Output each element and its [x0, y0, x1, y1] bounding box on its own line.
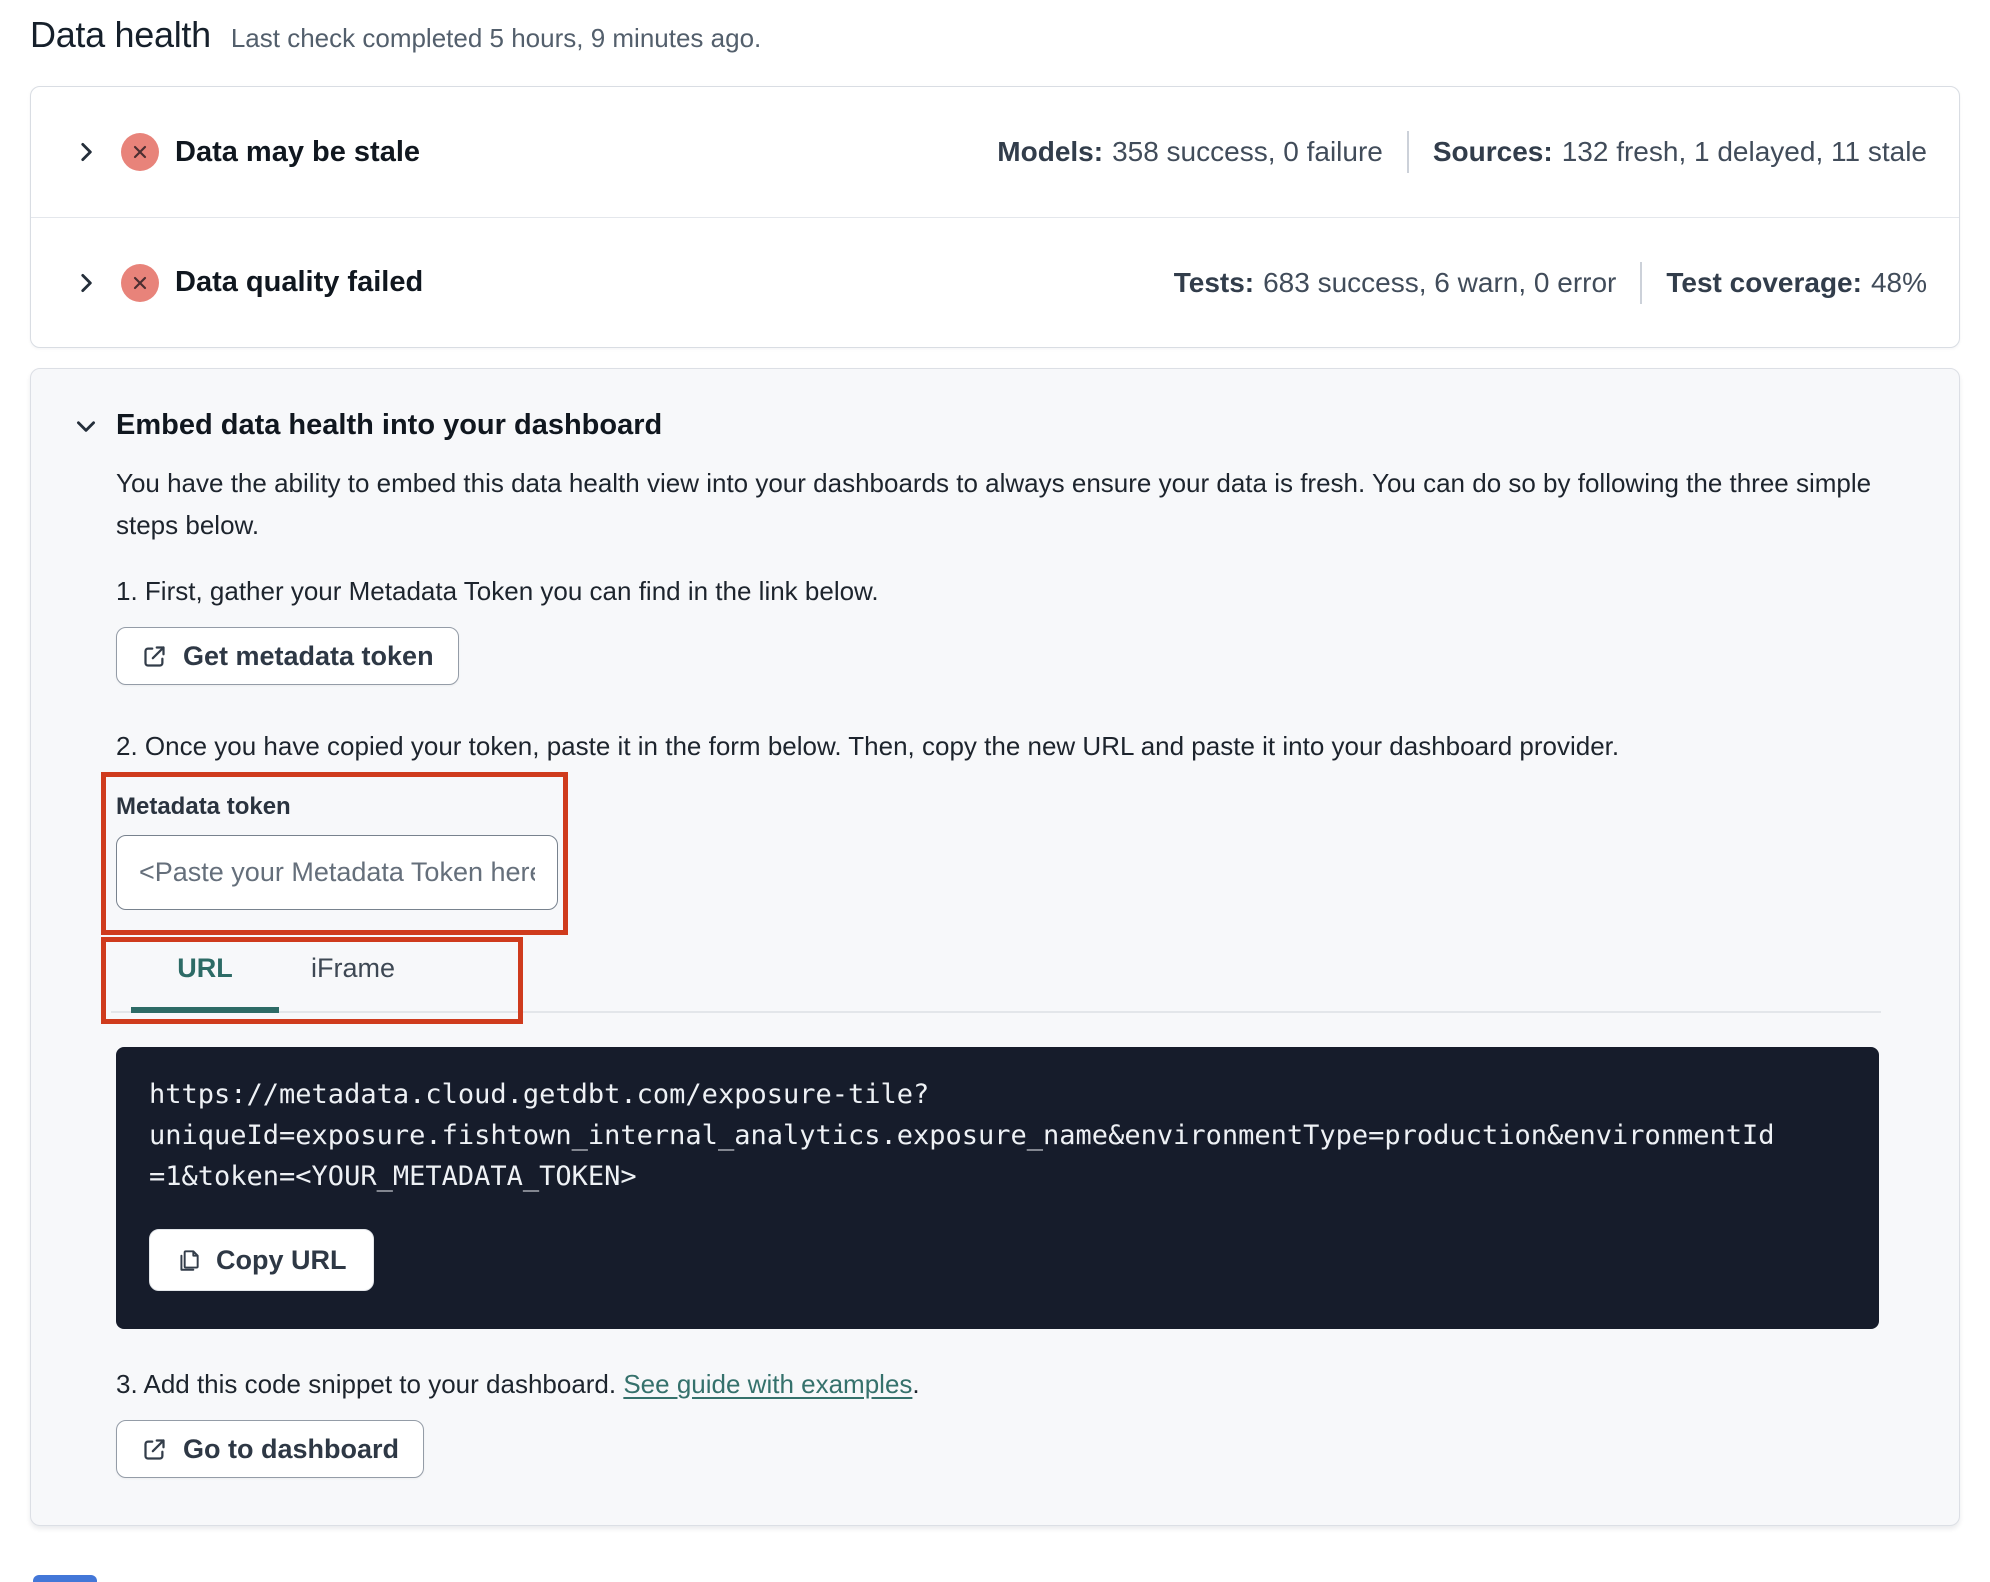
error-badge-icon — [121, 133, 159, 171]
step3-prefix: 3. Add this code snippet to your dashboa… — [116, 1369, 624, 1399]
stat-name: Models: — [997, 136, 1104, 167]
embed-url-line: uniqueId=exposure.fishtown_internal_anal… — [149, 1120, 1775, 1151]
go-to-dashboard-button[interactable]: Go to dashboard — [116, 1420, 424, 1478]
stat-value: 48% — [1870, 266, 1927, 298]
sources-stat: Sources: 132 fresh, 1 delayed, 11 stale — [1433, 136, 1927, 168]
embed-card: Embed data health into your dashboard Yo… — [30, 368, 1960, 1526]
stat-divider — [1406, 131, 1409, 173]
copy-icon — [180, 1250, 199, 1271]
last-check-status: Last check completed 5 hours, 9 minutes … — [230, 23, 762, 53]
partial-element-edge — [33, 1575, 97, 1582]
metadata-token-input[interactable] — [116, 835, 558, 910]
button-label: Get metadata token — [183, 640, 434, 671]
embed-section-body: You have the ability to embed this data … — [101, 462, 1909, 1478]
embed-url-line: https://metadata.cloud.getdbt.com/exposu… — [149, 1079, 930, 1110]
output-format-tabs-section: URL iFrame — [101, 935, 1909, 1032]
tests-stat: Tests: 683 success, 6 warn, 0 error — [1174, 267, 1617, 299]
embed-url-line: =1&token=<YOUR_METADATA_TOKEN> — [149, 1161, 637, 1192]
step1-text: 1. First, gather your Metadata Token you… — [116, 576, 879, 606]
chevron-right-icon[interactable] — [73, 139, 99, 165]
button-label: Copy URL — [216, 1244, 347, 1275]
button-label: Go to dashboard — [183, 1433, 399, 1464]
status-card: Data may be stale Models: 358 success, 0 … — [30, 86, 1960, 348]
stat-name: Sources: — [1432, 136, 1553, 167]
data-health-page: Data health Last check completed 5 hours… — [0, 14, 1990, 1582]
status-row-data-stale[interactable]: Data may be stale Models: 358 success, 0 … — [31, 87, 1959, 217]
stat-divider — [1640, 261, 1643, 304]
external-link-icon — [144, 1438, 165, 1460]
test-coverage-stat: Test coverage: 48% — [1666, 267, 1927, 299]
stat-value: 683 success, 6 warn, 0 error — [1263, 266, 1617, 298]
get-metadata-token-button[interactable]: Get metadata token — [116, 627, 459, 685]
embed-section-title: Embed data health into your dashboard — [116, 409, 663, 441]
embed-url-code-block: https://metadata.cloud.getdbt.com/exposu… — [116, 1047, 1879, 1329]
status-row-data-quality[interactable]: Data quality failed Tests: 683 success, 6… — [31, 217, 1959, 347]
embed-section-header[interactable]: Embed data health into your dashboard — [73, 409, 1909, 442]
stat-name: Test coverage: — [1666, 266, 1862, 298]
tab-iframe[interactable]: iFrame — [279, 947, 427, 984]
status-row-stats: Models: 358 success, 0 failure Sources: 13… — [997, 131, 1927, 173]
tab-url[interactable]: URL — [131, 947, 279, 984]
tab-baseline — [111, 1011, 1881, 1013]
external-link-icon — [144, 645, 165, 667]
copy-url-button[interactable]: Copy URL — [149, 1229, 374, 1291]
error-badge-icon — [121, 263, 159, 302]
step2-text: 2. Once you have copied your token, past… — [116, 731, 1620, 761]
annotation-box-token-field: Metadata token — [101, 772, 568, 935]
page-header: Data health Last check completed 5 hours… — [30, 14, 1960, 56]
embed-description: You have the ability to embed this data … — [116, 468, 1872, 540]
status-row-label: Data may be stale — [175, 135, 421, 168]
chevron-right-icon[interactable] — [73, 270, 99, 296]
active-tab-indicator — [131, 1007, 279, 1013]
stat-value: 358 success, 0 failure — [1112, 136, 1383, 167]
status-row-label: Data quality failed — [175, 266, 424, 298]
stat-value: 132 fresh, 1 delayed, 11 stale — [1561, 136, 1927, 167]
models-stat: Models: 358 success, 0 failure — [997, 136, 1383, 168]
step3-suffix: . — [912, 1369, 920, 1399]
output-format-tabs: URL iFrame — [131, 947, 427, 984]
chevron-down-icon[interactable] — [73, 413, 99, 439]
see-guide-link[interactable]: See guide with examples — [623, 1369, 912, 1399]
step3-text: 3. Add this code snippet to your dashboa… — [116, 1369, 1909, 1400]
status-row-stats: Tests: 683 success, 6 warn, 0 error Test … — [1174, 261, 1927, 304]
metadata-token-label: Metadata token — [116, 793, 291, 820]
stat-name: Tests: — [1173, 266, 1255, 298]
page-title: Data health — [30, 14, 211, 55]
